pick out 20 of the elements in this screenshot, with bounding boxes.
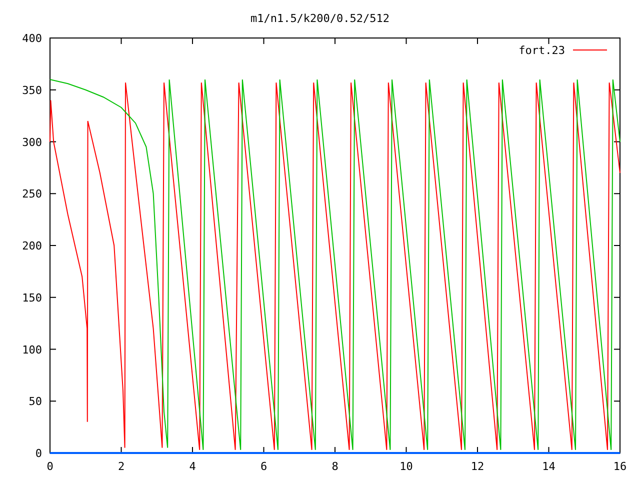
y-tick-label: 400 — [22, 32, 42, 45]
x-tick-label: 16 — [613, 460, 627, 473]
x-tick-label: 6 — [260, 460, 268, 473]
y-tick-label: 350 — [22, 84, 42, 97]
x-tick-label: 8 — [332, 460, 338, 473]
x-tick-label: 4 — [189, 460, 196, 473]
y-tick-label: 100 — [22, 343, 42, 356]
y-tick-label: 300 — [22, 136, 42, 149]
x-tick-label: 2 — [118, 460, 125, 473]
y-tick-label: 250 — [22, 188, 42, 201]
x-tick-label: 14 — [542, 460, 556, 473]
y-tick-label: 0 — [35, 447, 42, 460]
chart-title: m1/n1.5/k200/0.52/512 — [250, 12, 390, 25]
x-tick-label: 0 — [46, 460, 54, 473]
x-tick-label: 12 — [470, 460, 484, 473]
y-tick-label: 150 — [22, 291, 42, 304]
x-tick-label: 10 — [400, 460, 413, 473]
legend-label: fort.23 — [518, 44, 565, 57]
y-tick-label: 200 — [22, 240, 42, 252]
y-tick-label: 50 — [28, 395, 42, 408]
